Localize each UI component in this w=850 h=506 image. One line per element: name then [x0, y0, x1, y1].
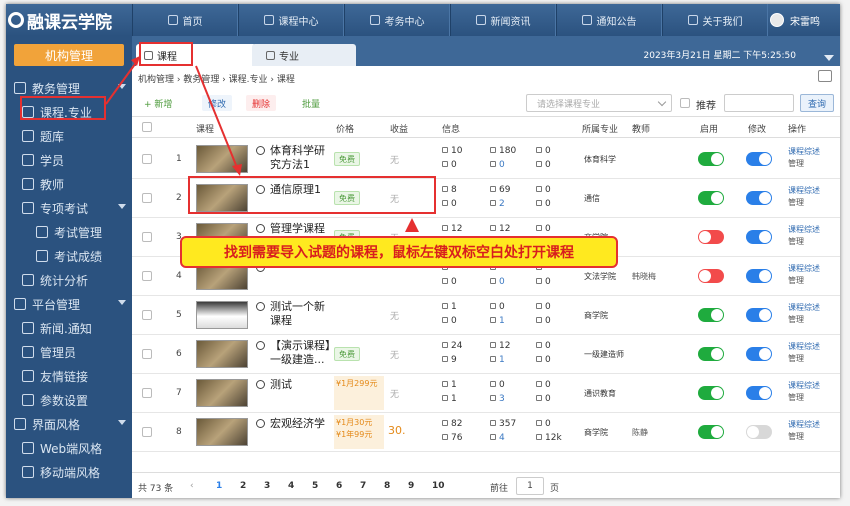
instruction-callout: 找到需要导入试题的课程，鼠标左键双标空白处打开课程: [180, 236, 618, 268]
arrow-line: [105, 59, 139, 105]
arrowhead: [232, 164, 242, 176]
arrowhead: [405, 218, 419, 232]
arrowhead: [131, 56, 140, 66]
arrow-line: [195, 65, 239, 171]
